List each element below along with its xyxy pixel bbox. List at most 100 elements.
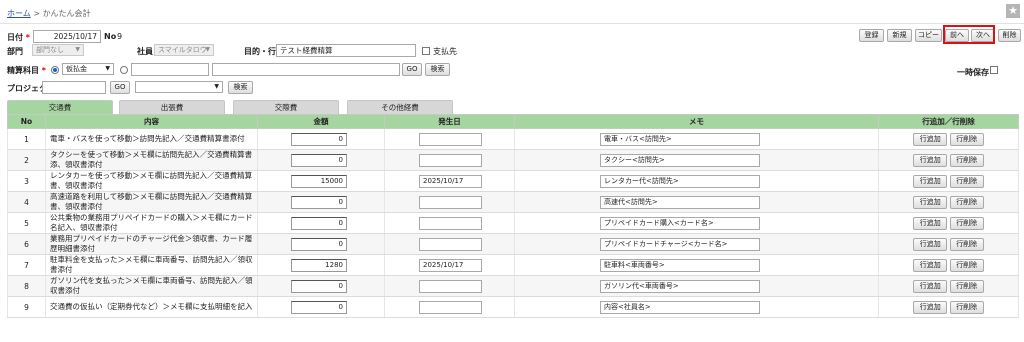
tab-other-expenses[interactable]: その他経費 <box>347 100 453 114</box>
account-radio-preset[interactable] <box>51 66 59 74</box>
temp-save-checkbox[interactable] <box>990 66 998 74</box>
delete-row-button[interactable]: 行削除 <box>949 300 984 314</box>
account-code-input[interactable] <box>131 63 209 76</box>
row-desc: 公共乗物の業務用プリペイドカードの購入＞メモ欄にカード名記入、領収書添付 <box>45 212 258 234</box>
favorite-star-icon[interactable]: ★ <box>1006 4 1020 18</box>
memo-input[interactable]: ガソリン代<車両番号> <box>600 279 760 293</box>
account-name-input[interactable] <box>212 63 400 76</box>
account-radio-custom[interactable] <box>120 66 128 74</box>
amount-input[interactable]: 0 <box>291 279 347 293</box>
divider <box>0 23 1024 24</box>
delete-row-button[interactable]: 行削除 <box>949 237 984 251</box>
amount-input[interactable]: 0 <box>291 195 347 209</box>
row-desc: 駐車料金を支払った＞メモ欄に車両番号、訪問先記入／領収書添付 <box>45 254 258 276</box>
col-header-no: No <box>7 114 46 129</box>
breadcrumb-current: かんたん会計 <box>42 9 91 18</box>
date-input[interactable] <box>419 279 482 293</box>
amount-input[interactable]: 1280 <box>291 258 347 272</box>
row-no: 5 <box>7 212 46 234</box>
account-select[interactable]: 仮払金 ▼ <box>62 63 114 75</box>
account-search-button[interactable]: 検索 <box>425 63 450 76</box>
memo-input[interactable]: 電車・バス<訪問先> <box>600 132 760 146</box>
row-desc: レンタカーを使って移動＞メモ欄に訪問先記入／交通費精算書、領収書添付 <box>45 170 258 192</box>
breadcrumb-home-link[interactable]: ホーム <box>7 9 31 18</box>
payee-label: 支払先 <box>433 47 457 56</box>
memo-input[interactable]: 内容<社員名> <box>600 300 760 314</box>
breadcrumb-separator: > <box>33 9 41 18</box>
add-row-button[interactable]: 行追加 <box>913 195 948 209</box>
memo-input[interactable]: 駐車料<車両番号> <box>600 258 760 272</box>
row-no: 8 <box>7 275 46 297</box>
copy-button[interactable]: コピー <box>915 29 942 42</box>
memo-input[interactable]: タクシー<訪問先> <box>600 153 760 167</box>
delete-row-button[interactable]: 行削除 <box>949 174 984 188</box>
table-row: 9 交通費の仮払い（定期券代など）＞メモ欄に支払明細を記入 0 内容<社員名> 行追加 … <box>7 296 1019 318</box>
row-no: 3 <box>7 170 46 192</box>
date-input[interactable]: 2025/10/17 <box>419 174 482 188</box>
employee-select[interactable]: スマイルタロウ ▼ <box>154 44 214 56</box>
purpose-input[interactable]: テスト経費精算 <box>276 44 416 57</box>
col-header-desc: 内容 <box>45 114 258 129</box>
add-row-button[interactable]: 行追加 <box>913 279 948 293</box>
no-label: No <box>104 32 117 41</box>
delete-row-button[interactable]: 行削除 <box>949 132 984 146</box>
expense-table: No 内容 金額 発生日 メモ 行追加／行削除 1 電車・バスを使って移動＞訪問先… <box>7 114 1019 318</box>
delete-row-button[interactable]: 行削除 <box>949 258 984 272</box>
row-no: 2 <box>7 149 46 171</box>
add-row-button[interactable]: 行追加 <box>913 174 948 188</box>
tab-entertainment[interactable]: 交際費 <box>233 100 339 114</box>
row-no: 9 <box>7 296 46 318</box>
payee-checkbox[interactable] <box>422 47 430 55</box>
memo-input[interactable]: プリペイドカードチャージ<カード名> <box>600 237 760 251</box>
amount-input[interactable]: 0 <box>291 300 347 314</box>
date-input[interactable] <box>419 195 482 209</box>
delete-row-button[interactable]: 行削除 <box>949 153 984 167</box>
date-input[interactable] <box>419 132 482 146</box>
date-input[interactable] <box>419 237 482 251</box>
project-code-input[interactable] <box>42 81 106 94</box>
employee-label: 社員 <box>137 47 153 56</box>
tab-business-trip[interactable]: 出張費 <box>119 100 225 114</box>
row-desc: 電車・バスを使って移動＞訪問先記入／交通費精算書添付 <box>45 128 258 150</box>
account-go-button[interactable]: GO <box>402 63 422 76</box>
add-row-button[interactable]: 行追加 <box>913 237 948 251</box>
add-row-button[interactable]: 行追加 <box>913 258 948 272</box>
amount-input[interactable]: 15000 <box>291 174 347 188</box>
register-button[interactable]: 登録 <box>859 29 884 42</box>
project-search-button[interactable]: 検索 <box>228 81 253 94</box>
project-go-button[interactable]: GO <box>110 81 130 94</box>
date-input[interactable] <box>419 300 482 314</box>
row-desc: 高速道路を利用して移動＞メモ欄に訪問先記入／交通費精算書、領収書添付 <box>45 191 258 213</box>
delete-row-button[interactable]: 行削除 <box>949 195 984 209</box>
date-input[interactable] <box>419 216 482 230</box>
project-select[interactable]: ▼ <box>135 81 223 93</box>
new-button[interactable]: 新規 <box>887 29 912 42</box>
tab-transport[interactable]: 交通費 <box>7 100 113 114</box>
add-row-button[interactable]: 行追加 <box>913 300 948 314</box>
amount-input[interactable]: 0 <box>291 132 347 146</box>
row-no: 4 <box>7 191 46 213</box>
table-row: 2 タクシーを使って移動＞メモ欄に訪問先記入／交通費精算書添、領収書添付 0 タクシー… <box>7 149 1019 171</box>
memo-input[interactable]: レンタカー代<訪問先> <box>600 174 760 188</box>
add-row-button[interactable]: 行追加 <box>913 132 948 146</box>
amount-input[interactable]: 0 <box>291 216 347 230</box>
col-header-amount: 金額 <box>257 114 385 129</box>
delete-row-button[interactable]: 行削除 <box>949 216 984 230</box>
account-label: 精算科目 * <box>7 66 46 75</box>
table-row: 3 レンタカーを使って移動＞メモ欄に訪問先記入／交通費精算書、領収書添付 15000… <box>7 170 1019 192</box>
add-row-button[interactable]: 行追加 <box>913 153 948 167</box>
col-header-memo: メモ <box>514 114 879 129</box>
date-input[interactable] <box>419 153 482 167</box>
memo-input[interactable]: プリペイドカード購入<カード名> <box>600 216 760 230</box>
memo-input[interactable]: 高速代<訪問先> <box>600 195 760 209</box>
row-desc: ガソリン代を支払った＞メモ欄に車両番号、訪問先記入／領収書添付 <box>45 275 258 297</box>
delete-row-button[interactable]: 行削除 <box>949 279 984 293</box>
amount-input[interactable]: 0 <box>291 153 347 167</box>
amount-input[interactable]: 0 <box>291 237 347 251</box>
date-input[interactable]: 2025/10/17 <box>33 30 101 43</box>
dept-label: 部門 <box>7 47 23 56</box>
add-row-button[interactable]: 行追加 <box>913 216 948 230</box>
dept-select[interactable]: 部門なし ▼ <box>32 44 84 56</box>
delete-button[interactable]: 削除 <box>998 29 1021 42</box>
date-input[interactable]: 2025/10/17 <box>419 258 482 272</box>
